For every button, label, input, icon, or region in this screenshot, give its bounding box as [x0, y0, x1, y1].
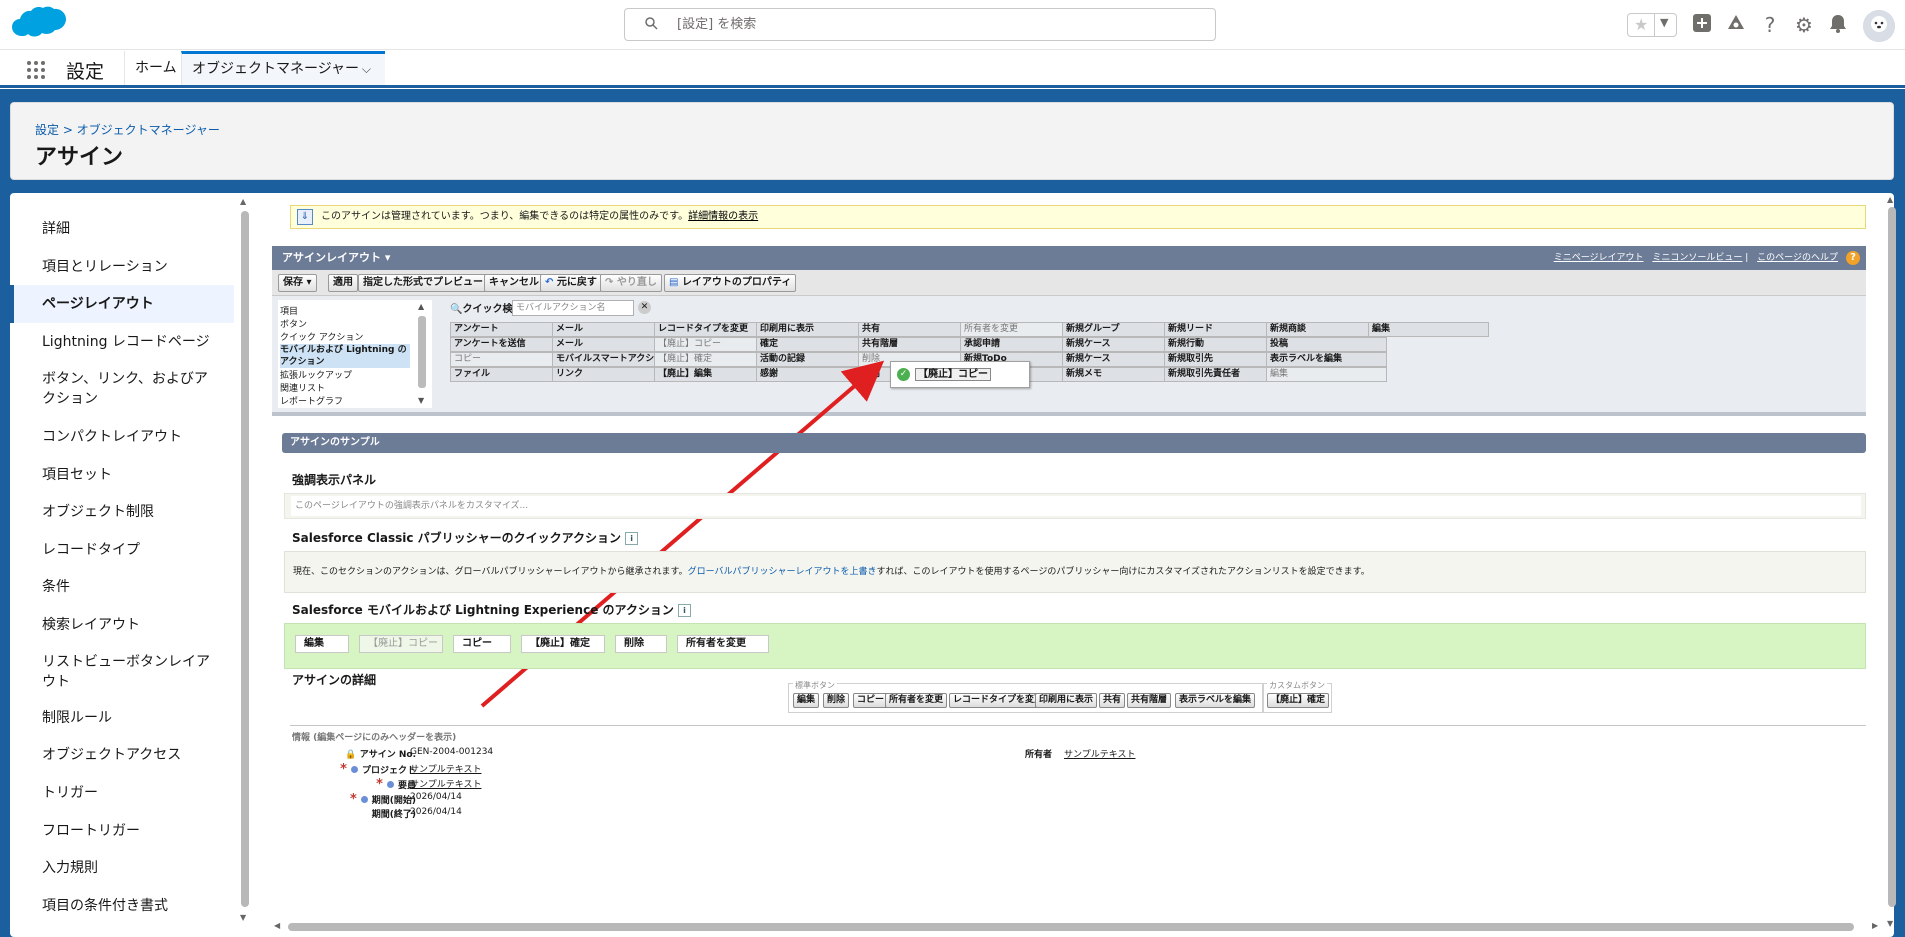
owner-value[interactable]: サンプルテキスト: [1064, 747, 1135, 760]
detail-section-title: アサインの詳細: [292, 673, 377, 687]
salesforce-logo[interactable]: [10, 6, 70, 46]
field-value[interactable]: サンプルテキスト: [410, 762, 481, 775]
chevron-down-icon[interactable]: ⌵: [362, 54, 371, 84]
sidebar-item-restriction-rules[interactable]: 制限ルール: [10, 708, 234, 728]
lock-icon: 🔒: [345, 750, 357, 760]
std-button[interactable]: レコードタイプを変更: [949, 693, 1048, 708]
standard-buttons-label: 標準ボタン: [793, 680, 837, 691]
mobile-action-item[interactable]: 【廃止】確定: [521, 635, 605, 653]
field-value: GEN-2004-001234: [410, 747, 494, 757]
override-publisher-link[interactable]: グローバルパブリッシャーレイアウトを上書き: [688, 567, 877, 577]
mobile-action-item[interactable]: 所有者を変更: [677, 635, 769, 653]
std-button[interactable]: 削除: [823, 693, 850, 708]
chevron-down-icon[interactable]: ▼: [1660, 16, 1668, 29]
favorites-button[interactable]: ★ ▼: [1627, 13, 1677, 37]
mobile-action-item[interactable]: 編集: [295, 635, 349, 653]
trailhead-icon[interactable]: [1724, 13, 1748, 37]
sidebar-item-record-types[interactable]: レコードタイプ: [10, 540, 234, 560]
avatar[interactable]: [1863, 10, 1895, 42]
dragged-action[interactable]: ✓ 【廃止】コピー: [890, 361, 1030, 388]
content-vertical-scrollbar[interactable]: ▲ ▼: [1886, 195, 1898, 935]
check-icon: ✓: [897, 368, 910, 381]
breadcrumb[interactable]: 設定 > オブジェクトマネージャー: [35, 121, 220, 138]
divider: [290, 725, 1866, 726]
sidebar-item-triggers[interactable]: トリガー: [10, 783, 234, 803]
tab-home[interactable]: ホーム: [124, 51, 187, 85]
gear-icon[interactable]: ⚙: [1792, 13, 1816, 37]
sidebar-item-validation-rules[interactable]: 入力規則: [10, 858, 234, 878]
mobile-action-item[interactable]: 削除: [615, 635, 667, 653]
std-button[interactable]: 印刷用に表示: [1035, 693, 1098, 708]
mobile-actions-section: 編集 【廃止】コピー コピー 【廃止】確定 削除 所有者を変更: [284, 623, 1866, 669]
owner-label: 所有者: [1024, 750, 1052, 760]
star-icon: ★: [1634, 15, 1649, 34]
std-button[interactable]: 共有: [1099, 693, 1126, 708]
standard-buttons-group: 標準ボタン 編集 削除 コピー 所有者を変更 レコードタイプを変更 印刷用に表示…: [788, 680, 1264, 713]
std-button[interactable]: コピー: [853, 693, 889, 708]
std-button[interactable]: 所有者を変更: [885, 693, 948, 708]
info-section-header[interactable]: 情報 (編集ページにのみヘッダーを表示): [292, 730, 456, 743]
custom-button[interactable]: 【廃止】確定: [1267, 693, 1330, 708]
std-button[interactable]: 共有階層: [1127, 693, 1172, 708]
field-value[interactable]: サンプルテキスト: [410, 777, 481, 790]
field-value: 2026/04/14: [410, 792, 462, 802]
highlights-panel[interactable]: このページレイアウトの強調表示パネルをカスタマイズ...: [284, 493, 1866, 519]
main-panel: 詳細 項目とリレーション ページレイアウト Lightning レコードページ …: [10, 193, 1896, 937]
sidebar-item-flow-triggers[interactable]: フロートリガー: [10, 821, 234, 841]
sidebar-item-lightning-pages[interactable]: Lightning レコードページ: [10, 332, 234, 352]
search-icon: [645, 17, 658, 30]
tab-object-manager[interactable]: オブジェクトマネージャー ⌵: [181, 51, 385, 85]
std-button[interactable]: 表示ラベルを編集: [1175, 693, 1256, 708]
highlights-panel-text: このページレイアウトの強調表示パネルをカスタマイズ...: [291, 496, 1861, 516]
mobile-actions-title: Salesforce モバイルおよび Lightning Experience …: [292, 601, 691, 618]
page-title: アサイン: [35, 145, 124, 170]
custom-buttons-group: カスタムボタン 【廃止】確定: [1262, 680, 1332, 713]
classic-publisher-title: Salesforce Classic パブリッシャーのクイックアクション i: [292, 529, 639, 546]
tab-label: オブジェクトマネージャー: [192, 61, 360, 77]
layout-sample: アサインのサンプル 強調表示パネル このページレイアウトの強調表示パネルをカスタ…: [272, 433, 1866, 937]
sidebar-item-fields[interactable]: 項目とリレーション: [10, 257, 234, 277]
sidebar-item-conditions[interactable]: 条件: [10, 577, 234, 597]
custom-buttons-label: カスタムボタン: [1267, 680, 1327, 691]
app-name: 設定: [66, 61, 105, 83]
field-label: * 要員: [376, 777, 416, 792]
global-search-input[interactable]: [設定] を検索: [624, 8, 1216, 41]
sidebar-item-field-sets[interactable]: 項目セット: [10, 465, 234, 485]
field-label: * 期間(開始): [349, 792, 416, 807]
page-header: 設定 > オブジェクトマネージャー アサイン: [10, 102, 1894, 180]
sidebar-item-compact-layouts[interactable]: コンパクトレイアウト: [10, 427, 234, 447]
info-icon[interactable]: i: [677, 604, 691, 617]
sidebar-scrollbar[interactable]: ▲ ▼: [238, 197, 252, 927]
app-launcher-icon[interactable]: [26, 60, 46, 80]
field-value: 2026/04/14: [410, 807, 462, 817]
sidebar-item-buttons-links-actions[interactable]: ボタン、リンク、およびアクション: [10, 369, 210, 409]
mobile-action-item[interactable]: コピー: [453, 635, 511, 653]
field-label: 期間(終了): [371, 810, 416, 820]
sidebar-item-details[interactable]: 詳細: [10, 219, 234, 239]
help-icon[interactable]: ?: [1758, 13, 1782, 37]
highlights-panel-title: 強調表示パネル: [292, 473, 377, 487]
sample-header: アサインのサンプル: [282, 433, 1866, 453]
field-label: 🔒 アサイン No.: [345, 750, 416, 760]
sidebar-item-page-layouts[interactable]: ページレイアウト: [10, 285, 234, 323]
sidebar-item-search-layouts[interactable]: 検索レイアウト: [10, 615, 234, 635]
mobile-action-item[interactable]: 【廃止】コピー: [359, 635, 443, 653]
object-sidebar: 詳細 項目とリレーション ページレイアウト Lightning レコードページ …: [10, 193, 237, 937]
content-horizontal-scrollbar[interactable]: ◀ ▶: [274, 921, 1884, 933]
sidebar-item-conditional-formatting[interactable]: 項目の条件付き書式: [10, 896, 234, 916]
field-label: * プロジェクト: [340, 762, 416, 777]
info-icon[interactable]: i: [625, 532, 639, 545]
add-icon[interactable]: [1690, 13, 1714, 37]
app-navigation-bar: 設定 ホーム オブジェクトマネージャー ⌵: [0, 51, 1905, 88]
sidebar-item-object-limits[interactable]: オブジェクト制限: [10, 502, 234, 522]
global-header: [設定] を検索 ★ ▼ ? ⚙: [0, 0, 1905, 50]
std-button[interactable]: 編集: [793, 693, 820, 708]
layout-editor: ⇓ このアサインは管理されています。つまり、編集できるのは特定の属性のみです。詳…: [260, 193, 1882, 937]
sidebar-item-object-access[interactable]: オブジェクトアクセス: [10, 745, 234, 765]
bell-icon[interactable]: [1826, 13, 1850, 37]
classic-publisher-section: 現在、このセクションのアクションは、グローバルパブリッシャーレイアウトから継承さ…: [284, 551, 1866, 593]
sidebar-item-list-view-button-layout[interactable]: リストビューボタンレイアウト: [10, 652, 210, 692]
